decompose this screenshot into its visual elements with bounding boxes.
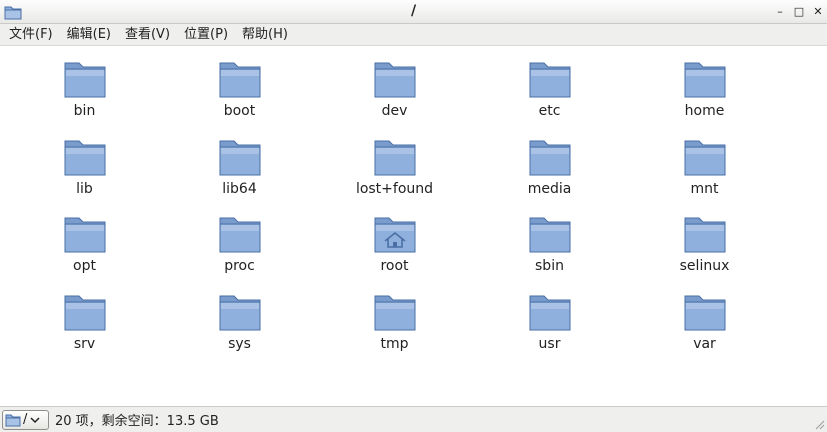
folder-icon	[529, 295, 570, 330]
file-name: tmp	[380, 335, 409, 352]
file-name: proc	[224, 258, 255, 274]
file-item[interactable]: boot	[162, 59, 317, 137]
menu-view[interactable]: 查看(V)	[120, 25, 175, 45]
file-item[interactable]: opt	[7, 214, 162, 292]
folder-icon	[64, 62, 105, 98]
resize-grip-icon[interactable]	[813, 418, 825, 430]
menu-bar: 文件(F) 编辑(E) 查看(V) 位置(P) 帮助(H)	[0, 24, 827, 46]
folder-icon	[5, 414, 21, 426]
file-name: usr	[538, 335, 561, 352]
status-bar: / 20 项，剩余空间：13.5 GB	[0, 406, 827, 432]
folder-icon	[529, 217, 570, 253]
menu-file[interactable]: 文件(F)	[4, 25, 58, 45]
folder-icon	[529, 62, 570, 98]
file-item[interactable]: proc	[162, 214, 317, 292]
file-name: sbin	[535, 258, 564, 274]
title-bar: / – □ ✕	[0, 0, 827, 24]
path-combo[interactable]: /	[2, 409, 49, 430]
file-name: home	[684, 103, 725, 119]
minimize-icon: –	[777, 4, 783, 18]
folder-icon	[64, 295, 105, 330]
file-name: root	[380, 258, 409, 274]
path-label: /	[23, 412, 28, 427]
file-item[interactable]: home	[627, 59, 782, 137]
file-grid: bin boot dev etc home lib lib64 lost+found media…	[7, 59, 782, 369]
file-item[interactable]: root	[317, 214, 472, 292]
folder-icon	[374, 295, 415, 330]
folder-icon	[219, 295, 260, 330]
home-folder-icon	[374, 217, 415, 253]
folder-icon	[684, 217, 725, 253]
file-item[interactable]: media	[472, 137, 627, 215]
file-item[interactable]: sbin	[472, 214, 627, 292]
file-item[interactable]: lib64	[162, 137, 317, 215]
file-name: srv	[73, 335, 96, 352]
file-name: dev	[381, 103, 408, 119]
folder-icon	[684, 295, 725, 330]
file-name: boot	[223, 103, 256, 119]
chevron-down-icon	[30, 416, 40, 423]
file-name: sys	[228, 335, 251, 352]
file-name: opt	[73, 258, 96, 274]
file-item[interactable]: srv	[7, 292, 162, 370]
folder-icon	[219, 62, 260, 98]
file-name: var	[693, 335, 716, 352]
folder-icon	[374, 140, 415, 175]
file-item[interactable]: selinux	[627, 214, 782, 292]
folder-icon	[684, 140, 725, 175]
file-item[interactable]: tmp	[317, 292, 472, 370]
status-text: 20 项，剩余空间：13.5 GB	[55, 414, 219, 429]
file-name: bin	[73, 103, 96, 119]
file-name: selinux	[679, 258, 730, 274]
maximize-button[interactable]: □	[792, 4, 806, 18]
file-item[interactable]: etc	[472, 59, 627, 137]
file-item[interactable]: usr	[472, 292, 627, 370]
file-view[interactable]: bin boot dev etc home lib lib64 lost+found media…	[0, 47, 827, 406]
file-item[interactable]: bin	[7, 59, 162, 137]
file-name: mnt	[690, 180, 719, 197]
file-name: lib	[76, 180, 93, 197]
file-item[interactable]: mnt	[627, 137, 782, 215]
file-item[interactable]: sys	[162, 292, 317, 370]
folder-icon	[64, 217, 105, 253]
file-name: lib64	[222, 180, 257, 197]
folder-icon	[219, 140, 260, 175]
file-name: lost+found	[355, 180, 434, 197]
window-title: /	[410, 3, 417, 19]
close-icon: ✕	[813, 4, 823, 18]
menu-help[interactable]: 帮助(H)	[237, 25, 293, 45]
maximize-icon: □	[793, 4, 805, 18]
file-name: media	[527, 180, 572, 197]
folder-icon	[64, 140, 105, 175]
file-item[interactable]: var	[627, 292, 782, 370]
close-button[interactable]: ✕	[811, 4, 825, 18]
menu-edit[interactable]: 编辑(E)	[62, 25, 116, 45]
folder-icon	[374, 62, 415, 98]
folder-icon	[529, 140, 570, 175]
folder-icon	[219, 217, 260, 253]
minimize-button[interactable]: –	[773, 4, 787, 18]
menu-places[interactable]: 位置(P)	[179, 25, 233, 45]
file-item[interactable]: dev	[317, 59, 472, 137]
folder-icon	[684, 62, 725, 98]
file-item[interactable]: lib	[7, 137, 162, 215]
file-item[interactable]: lost+found	[317, 137, 472, 215]
file-name: etc	[538, 103, 561, 119]
